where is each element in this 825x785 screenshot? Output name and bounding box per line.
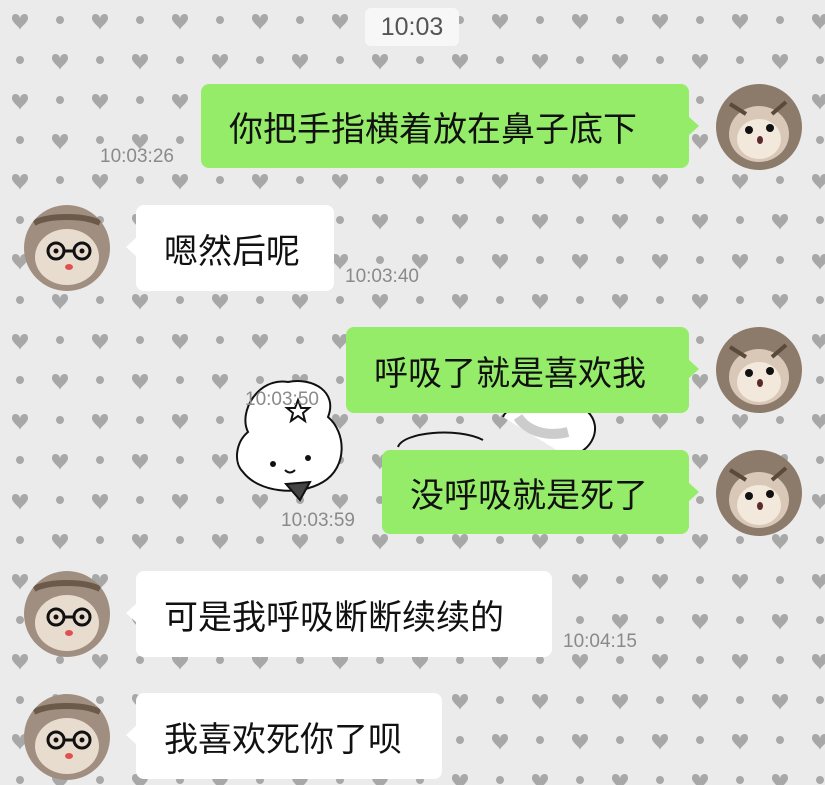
message-bubble-received[interactable]: 可是我呼吸断断续续的 [126, 571, 552, 657]
hamster-avatar-icon [716, 450, 802, 536]
hamster-avatar-icon [716, 84, 802, 170]
hamster-glasses-avatar-icon [24, 571, 110, 657]
self-avatar[interactable] [716, 450, 802, 536]
message-timestamp: 10:03:59 [281, 510, 355, 531]
message-bubble-received[interactable]: 我喜欢死你了呗 [126, 693, 442, 779]
message-text: 你把手指横着放在鼻子底下 [229, 109, 637, 150]
message-bubble-received[interactable]: 嗯然后呢 [126, 205, 334, 291]
message-text: 呼吸了就是喜欢我 [374, 353, 646, 394]
hamster-glasses-avatar-icon [24, 205, 110, 291]
time-divider: 10:03 [365, 8, 459, 46]
hamster-avatar-icon [716, 327, 802, 413]
partner-avatar[interactable] [24, 694, 110, 780]
hamster-glasses-avatar-icon [24, 694, 110, 780]
message-bubble-sent[interactable]: 没呼吸就是死了 [382, 450, 699, 534]
partner-avatar[interactable] [24, 571, 110, 657]
self-avatar[interactable] [716, 327, 802, 413]
message-timestamp: 10:03:26 [100, 146, 174, 167]
message-text: 没呼吸就是死了 [410, 475, 648, 516]
message-text: 可是我呼吸断断续续的 [164, 597, 504, 638]
message-timestamp: 10:03:50 [245, 389, 319, 410]
partner-avatar[interactable] [24, 205, 110, 291]
message-timestamp: 10:04:15 [563, 631, 637, 652]
message-text: 嗯然后呢 [164, 231, 300, 272]
message-text: 我喜欢死你了呗 [164, 719, 402, 760]
message-bubble-sent[interactable]: 你把手指横着放在鼻子底下 [201, 84, 699, 168]
message-bubble-sent[interactable]: 呼吸了就是喜欢我 [346, 327, 699, 413]
message-timestamp: 10:03:40 [345, 266, 419, 287]
self-avatar[interactable] [716, 84, 802, 170]
